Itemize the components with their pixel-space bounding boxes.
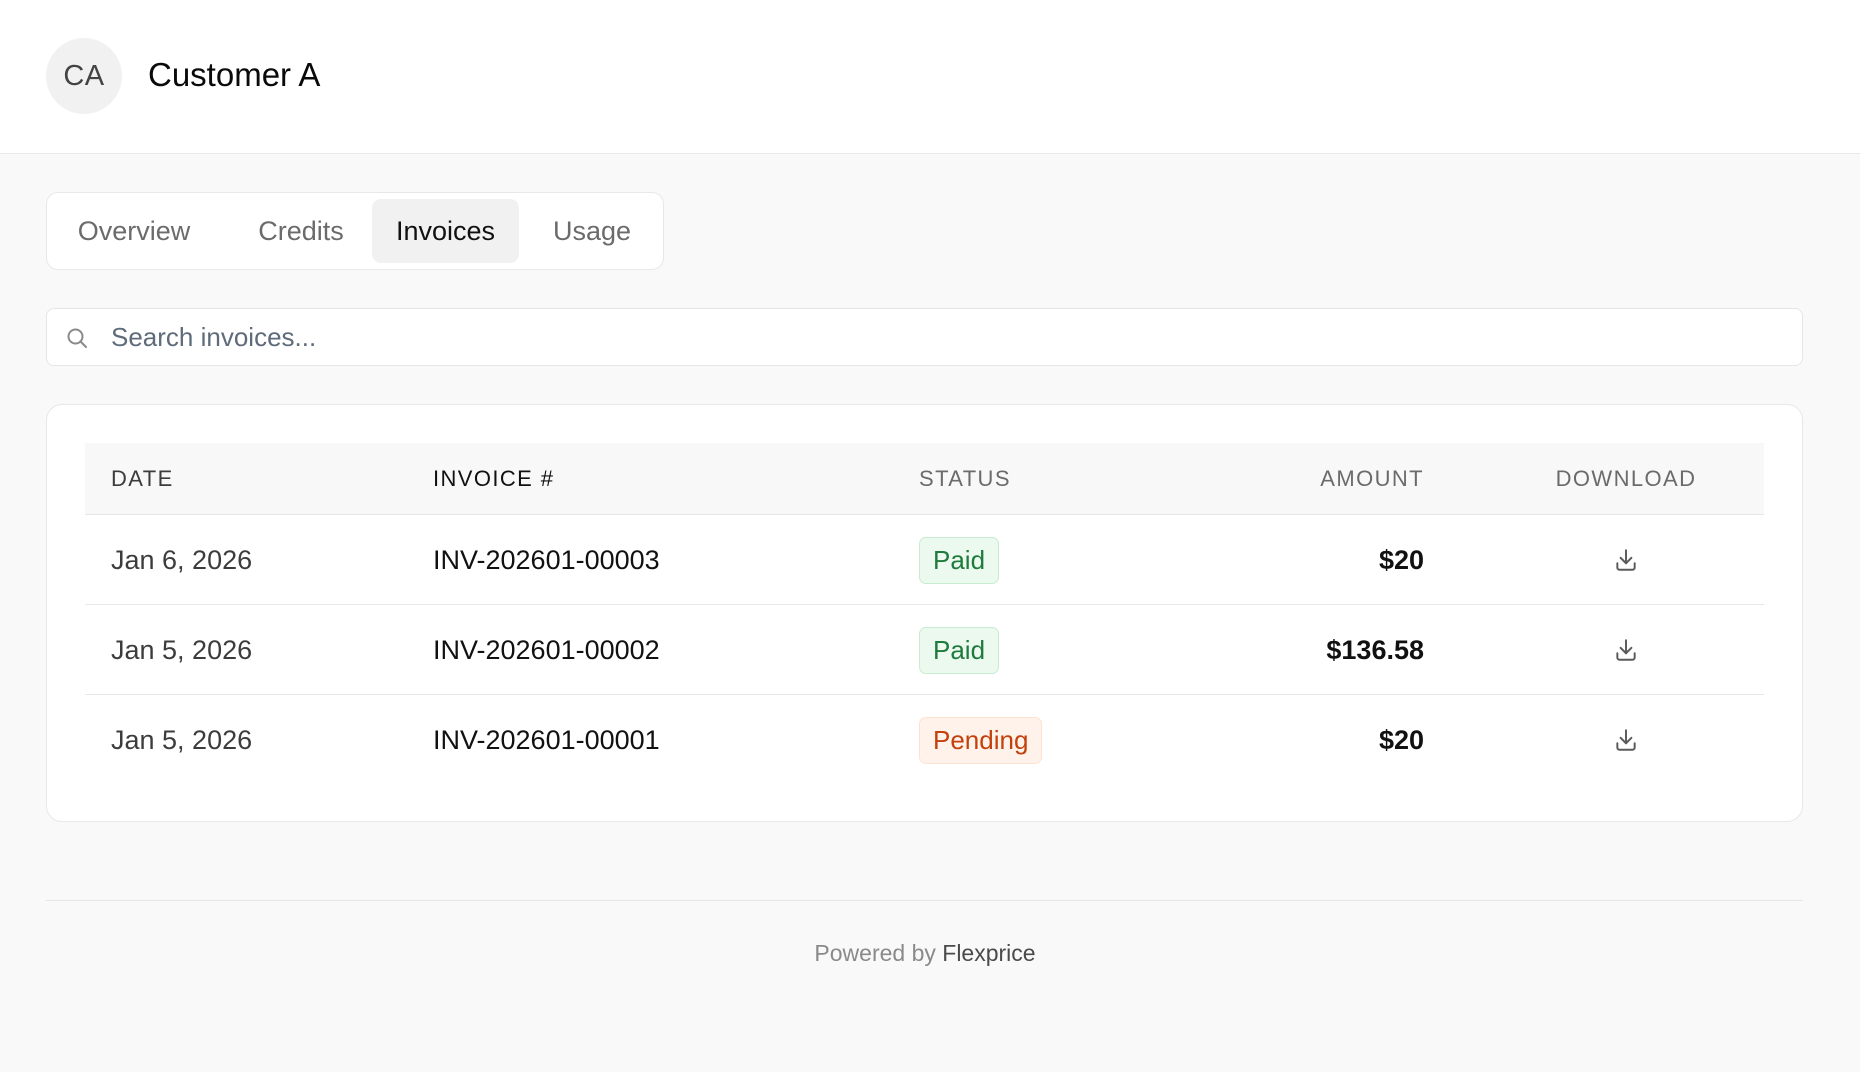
footer-prefix: Powered by [814, 940, 936, 966]
download-cell [1537, 515, 1715, 605]
tab-credits[interactable]: Credits [225, 199, 377, 263]
invoice-number: INV-202601-00002 [433, 634, 660, 665]
download-button[interactable] [1611, 635, 1641, 665]
status-cell: Paid [919, 605, 1000, 695]
invoice-amount: $20 [1378, 724, 1424, 755]
status-cell: Paid [919, 515, 1000, 605]
tab-overview[interactable]: Overview [53, 199, 215, 263]
page-header: CA Customer A [0, 0, 1860, 154]
download-button[interactable] [1611, 725, 1641, 755]
column-header-invoice: INVOICE # [433, 466, 555, 491]
avatar: CA [46, 38, 122, 114]
invoice-date: Jan 5, 2026 [111, 724, 253, 755]
download-icon [1616, 549, 1636, 571]
download-button[interactable] [1611, 545, 1641, 575]
invoice-amount: $136.58 [1326, 634, 1424, 665]
column-header-amount: AMOUNT [1320, 466, 1424, 491]
invoice-date: Jan 6, 2026 [111, 544, 253, 575]
download-icon [1616, 729, 1636, 751]
invoice-date: Jan 5, 2026 [111, 634, 253, 665]
tab-invoices[interactable]: Invoices [372, 199, 519, 263]
footer: Powered by Flexprice [0, 940, 1850, 967]
status-badge: Paid [919, 536, 1000, 584]
search-input[interactable] [111, 309, 1771, 365]
footer-brand-link[interactable]: Flexprice [942, 940, 1035, 966]
column-header-date: DATE [111, 466, 174, 491]
search-icon [67, 328, 87, 348]
table-row[interactable]: Jan 5, 2026 INV-202601-00002 Paid $136.5… [85, 605, 1764, 695]
invoice-number: INV-202601-00001 [433, 724, 660, 755]
invoices-table: DATE INVOICE # STATUS AMOUNT DOWNLOAD Ja… [85, 443, 1764, 785]
invoice-number: INV-202601-00003 [433, 544, 660, 575]
download-cell [1537, 605, 1715, 695]
column-header-download: DOWNLOAD [1555, 466, 1697, 491]
download-cell [1537, 695, 1715, 785]
table-row[interactable]: Jan 6, 2026 INV-202601-00003 Paid $20 [85, 515, 1764, 605]
invoice-amount: $20 [1378, 544, 1424, 575]
tab-usage[interactable]: Usage [529, 199, 655, 263]
download-icon [1616, 639, 1636, 661]
avatar-initials: CA [63, 59, 105, 92]
column-header-status: STATUS [919, 466, 1011, 491]
status-badge: Paid [919, 626, 1000, 674]
status-badge: Pending [919, 716, 1043, 764]
status-cell: Pending [919, 695, 1043, 785]
table-row[interactable]: Jan 5, 2026 INV-202601-00001 Pending $20 [85, 695, 1764, 785]
footer-divider [46, 900, 1803, 901]
search-box [46, 308, 1803, 366]
customer-name: Customer A [148, 56, 321, 93]
table-header: DATE INVOICE # STATUS AMOUNT DOWNLOAD [85, 443, 1764, 515]
invoices-card: DATE INVOICE # STATUS AMOUNT DOWNLOAD Ja… [46, 404, 1803, 822]
tab-bar: Overview Credits Invoices Usage [46, 192, 664, 270]
